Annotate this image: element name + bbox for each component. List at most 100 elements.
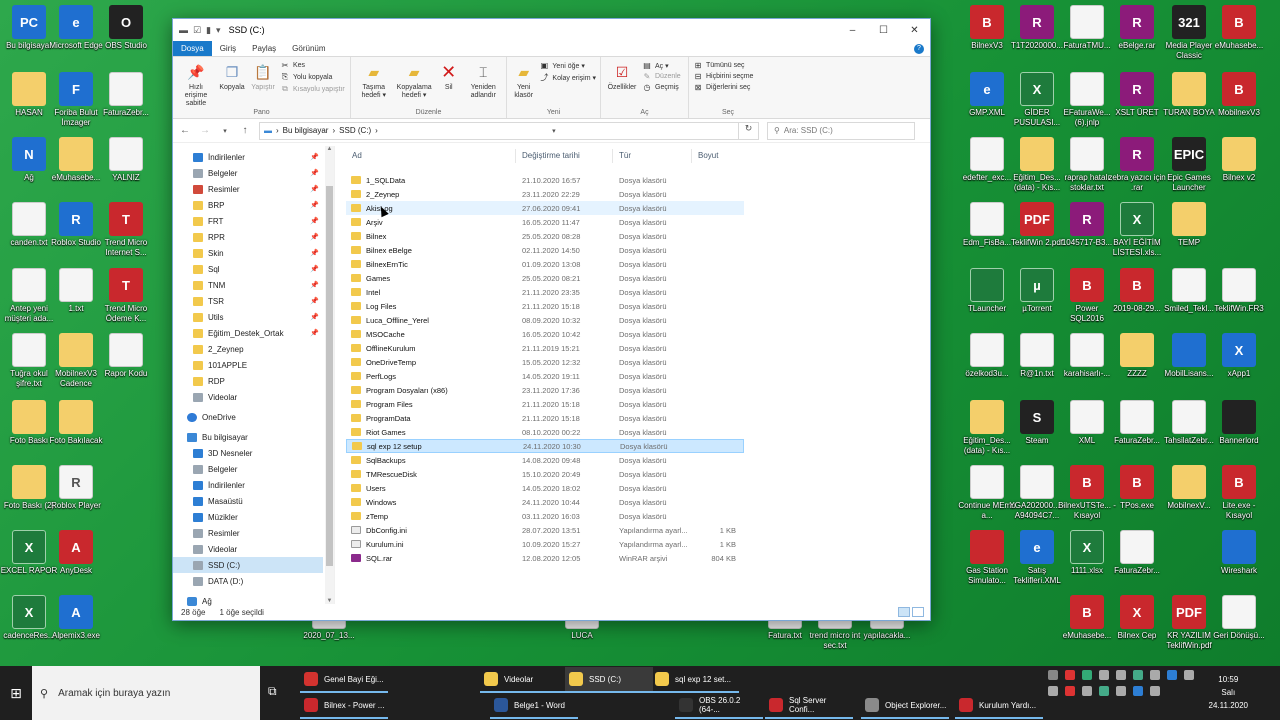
nav-item[interactable]: FRT 📌 (173, 213, 323, 229)
file-row[interactable]: Luca_Offline_Yerel 08.09.2020 10:32 Dosya … (346, 313, 744, 327)
desktop-shortcut[interactable]: B MobilnexV3 (1210, 72, 1268, 118)
taskbar-app-button[interactable]: Bilnex - Power ... (300, 693, 388, 719)
pin-icon[interactable]: 📌 (310, 217, 319, 225)
nav-item[interactable]: Utils 📌 (173, 309, 323, 325)
pin-icon[interactable]: 📌 (310, 169, 319, 177)
close-button[interactable]: ✕ (899, 25, 930, 36)
nav-item[interactable]: Sql 📌 (173, 261, 323, 277)
recent-locations-chevron-icon[interactable]: ▾ (219, 127, 231, 135)
nav-item[interactable]: Videolar (173, 541, 323, 557)
pin-icon[interactable]: 📌 (310, 249, 319, 257)
invert-selection-button[interactable]: ⊠ Diğerlerini seç (693, 83, 753, 92)
file-row[interactable]: Arşiv 16.05.2020 11:47 Dosya klasörü (346, 215, 744, 229)
select-none-button[interactable]: ⊟ Hiçbirini seçme (693, 72, 754, 81)
paste-shortcut-button[interactable]: ⧉ Kısayolu yapıştır (280, 84, 345, 94)
new-item-button[interactable]: ▣ Yeni öğe ▾ (539, 61, 596, 70)
nav-item[interactable]: İndirilenler (173, 477, 323, 493)
desktop-shortcut[interactable]: TEMP (1160, 202, 1218, 248)
taskbar-app-button[interactable]: sql exp 12 set... (651, 667, 739, 693)
desktop-shortcut[interactable]: A Alpemix3.exe (47, 595, 105, 641)
tray-icon[interactable] (1065, 686, 1075, 696)
file-row[interactable]: MSOCache 16.05.2020 10:42 Dosya klasörü (346, 327, 744, 341)
tray-icon[interactable] (1065, 670, 1075, 680)
desktop-shortcut[interactable]: X BAYİ EĞİTİM LİSTESİ.xls... (1108, 202, 1166, 258)
desktop-shortcut[interactable]: Bannerlord (1210, 400, 1268, 446)
properties-icon[interactable]: ☑ (193, 25, 201, 36)
new-folder-icon[interactable]: ▮ (206, 25, 211, 36)
task-view-icon[interactable]: ⧉ (268, 684, 277, 699)
tray-icon[interactable] (1082, 670, 1092, 680)
file-row[interactable]: Riot Games 08.10.2020 00:22 Dosya klasörü (346, 425, 744, 439)
taskbar-app-button[interactable]: Videolar (480, 667, 568, 693)
file-row[interactable]: Games 25.05.2020 08:21 Dosya klasörü (346, 271, 744, 285)
tray-icon[interactable] (1082, 686, 1092, 696)
file-row[interactable]: BilnexErnTic 01.09.2020 13:08 Dosya klasör… (346, 257, 744, 271)
help-icon[interactable]: ? (914, 44, 924, 54)
taskbar-app-button[interactable]: OBS 26.0.2 (64-... (675, 693, 763, 719)
taskbar-app-button[interactable]: Genel Bayi Eği... (300, 667, 388, 693)
nav-item[interactable]: 101APPLE (173, 357, 323, 373)
file-row[interactable]: SqlBackups 14.08.2020 09:48 Dosya klasörü (346, 453, 744, 467)
nav-item[interactable]: Masaüstü (173, 493, 323, 509)
tray-icon[interactable] (1048, 686, 1058, 696)
file-row[interactable]: 1_SQLData 21.10.2020 16:57 Dosya klasörü (346, 173, 744, 187)
address-bar[interactable]: ▬ › Bu bilgisayar › SSD (C:) › ▾ ↻ (259, 121, 759, 140)
pin-icon[interactable]: 📌 (310, 281, 319, 289)
nav-item[interactable]: OneDrive (173, 409, 323, 425)
copy-path-button[interactable]: ⎘ Yolu kopyala (280, 72, 345, 82)
tray-icon[interactable] (1184, 670, 1194, 680)
file-row[interactable]: Program Files 21.11.2020 15:18 Dosya klasö… (346, 397, 744, 411)
file-row[interactable]: Program Dosyaları (x86) 23.11.2020 17:36 D… (346, 383, 744, 397)
file-row[interactable]: PerfLogs 14.05.2020 19:11 Dosya klasörü (346, 369, 744, 383)
tray-icon[interactable] (1150, 670, 1160, 680)
large-icons-view-icon[interactable] (912, 607, 924, 617)
file-row[interactable]: Kurulum.ini 10.09.2020 15:27 Yapılandırma … (346, 537, 744, 551)
nav-item[interactable]: Eğitim_Destek_Ortak 📌 (173, 325, 323, 341)
back-arrow-icon[interactable]: ← (179, 125, 191, 136)
file-row[interactable]: zTemp 03.11.2020 16:03 Dosya klasörü (346, 509, 744, 523)
pin-icon[interactable]: 📌 (310, 329, 319, 337)
nav-item[interactable]: 2_Zeynep (173, 341, 323, 357)
desktop-shortcut[interactable]: A AnyDesk (47, 530, 105, 576)
pin-icon[interactable]: 📌 (310, 313, 319, 321)
address-dropdown-icon[interactable]: ▾ (552, 127, 556, 135)
nav-item[interactable]: 3D Nesneler (173, 445, 323, 461)
taskbar-app-button[interactable]: Sql Server Confi... (765, 693, 853, 719)
nav-item[interactable]: RPR 📌 (173, 229, 323, 245)
nav-item[interactable]: Belgeler (173, 461, 323, 477)
desktop-shortcut[interactable]: O OBS Studio (97, 5, 155, 51)
tray-icon[interactable] (1116, 686, 1126, 696)
file-row[interactable]: Users 14.05.2020 18:02 Dosya klasörü (346, 481, 744, 495)
search-box[interactable]: ⚲ Ara: SSD (C:) (767, 121, 915, 140)
forward-arrow-icon[interactable]: → (199, 125, 211, 136)
file-row[interactable]: sql exp 12 setup 24.11.2020 10:30 Dosya kl… (346, 439, 744, 453)
nav-item[interactable]: Bu bilgisayar (173, 429, 323, 445)
tray-icon[interactable] (1099, 670, 1109, 680)
taskbar-app-button[interactable]: SSD (C:) (565, 667, 653, 693)
tray-icon[interactable] (1099, 686, 1109, 696)
desktop-shortcut[interactable]: B Lite.exe - Kısayol (1210, 465, 1268, 521)
desktop-shortcut[interactable]: T Trend Micro Ödeme K... (97, 268, 155, 324)
tray-icon[interactable] (1150, 686, 1160, 696)
edit-button[interactable]: ✎ Düzenle (642, 72, 681, 81)
pin-icon[interactable]: 📌 (310, 153, 319, 161)
desktop-shortcut[interactable]: XxApp1 (1210, 333, 1268, 379)
taskbar-app-button[interactable]: Belge1 - Word (490, 693, 578, 719)
file-row[interactable]: Windows 24.11.2020 10:44 Dosya klasörü (346, 495, 744, 509)
taskbar-search[interactable]: ⚲ Aramak için buraya yazın (32, 666, 260, 720)
desktop-shortcut[interactable]: TeklifWin.FR3 (1210, 268, 1268, 314)
taskbar-app-button[interactable]: Kurulum Yardı... (955, 693, 1043, 719)
maximize-button[interactable]: ☐ (868, 25, 899, 36)
chevron-down-icon[interactable]: ▾ (216, 25, 221, 36)
up-arrow-icon[interactable]: ↑ (239, 125, 251, 136)
tray-icon[interactable] (1048, 670, 1058, 680)
pin-icon[interactable]: 📌 (310, 201, 319, 209)
pin-icon[interactable]: 📌 (310, 297, 319, 305)
file-row[interactable]: OfflineKurulum 21.11.2019 15:21 Dosya klas… (346, 341, 744, 355)
tray-icon[interactable] (1116, 670, 1126, 680)
nav-item[interactable]: RDP (173, 373, 323, 389)
desktop-shortcut[interactable]: Bilnex v2 (1210, 137, 1268, 183)
nav-item[interactable]: Resimler 📌 (173, 181, 323, 197)
desktop-shortcut[interactable]: Foto Bakılacak (47, 400, 105, 446)
desktop-shortcut[interactable]: YALNIZ (97, 137, 155, 183)
